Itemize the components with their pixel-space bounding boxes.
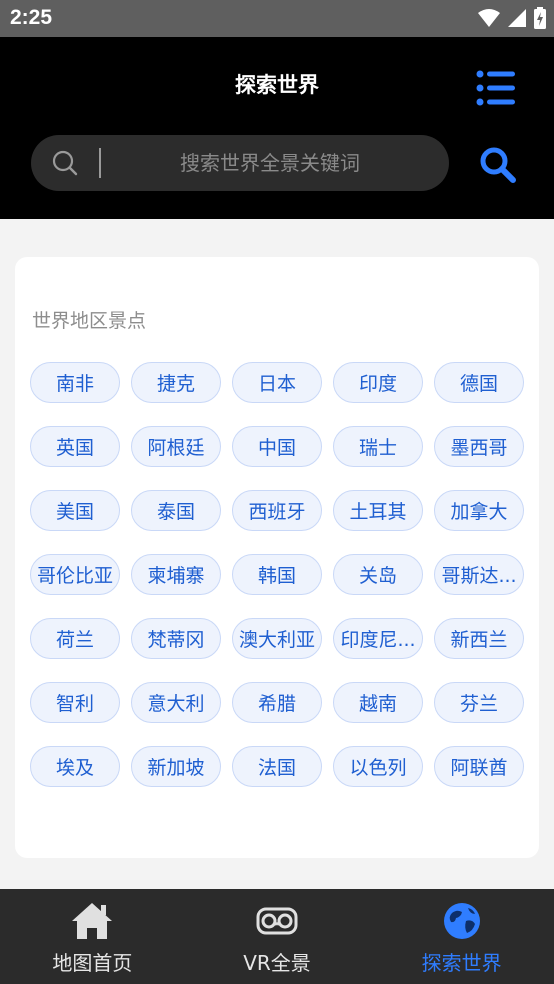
region-tag[interactable]: 墨西哥: [434, 426, 524, 467]
app-header: 探索世界: [0, 37, 554, 219]
region-tag[interactable]: 捷克: [131, 362, 221, 403]
vr-headset-icon: [255, 901, 299, 941]
region-tag[interactable]: 荷兰: [30, 618, 120, 659]
search-caret: [99, 148, 101, 178]
region-tag[interactable]: 南非: [30, 362, 120, 403]
region-tag[interactable]: 德国: [434, 362, 524, 403]
region-tag[interactable]: 英国: [30, 426, 120, 467]
status-bar: 2:25: [0, 0, 554, 37]
region-tag[interactable]: 澳大利亚: [232, 618, 322, 659]
search-submit-icon: [480, 147, 516, 183]
region-tag[interactable]: 阿联酋: [434, 746, 524, 787]
home-icon: [70, 901, 114, 941]
region-tag[interactable]: 芬兰: [434, 682, 524, 723]
section-title: 世界地区景点: [32, 310, 147, 332]
menu-button[interactable]: [476, 70, 516, 106]
region-tag-grid: 南非 捷克 日本 印度 德国英国 阿根廷 中国 瑞士 墨西哥美国 泰国 西班牙 土耳其 加拿大哥伦比亚柬…: [30, 362, 525, 787]
battery-icon: [534, 7, 546, 29]
nav-item-vr[interactable]: VR全景: [185, 889, 370, 984]
globe-icon: [440, 901, 484, 941]
search-icon: [51, 149, 79, 177]
region-tag[interactable]: 印度: [333, 362, 423, 403]
menu-list-icon: [476, 70, 515, 106]
region-tag[interactable]: 埃及: [30, 746, 120, 787]
status-icons: [478, 7, 546, 29]
regions-card: 世界地区景点 南非 捷克 日本 印度 德国英国 阿根廷 中国 瑞士 墨西哥美国 泰国 西班牙 土耳其加…: [15, 257, 539, 858]
region-tag[interactable]: 哥斯达...: [434, 554, 524, 595]
page-title: 探索世界: [235, 73, 319, 97]
region-tag[interactable]: 意大利: [131, 682, 221, 723]
region-tag[interactable]: 印度尼...: [333, 618, 423, 659]
search-input[interactable]: [115, 135, 425, 191]
region-tag[interactable]: 加拿大: [434, 490, 524, 531]
region-tag[interactable]: 越南: [333, 682, 423, 723]
search-submit-button[interactable]: [478, 145, 518, 185]
status-time: 2:25: [10, 6, 53, 29]
region-tag[interactable]: 希腊: [232, 682, 322, 723]
region-tag[interactable]: 土耳其: [333, 490, 423, 531]
region-tag[interactable]: 法国: [232, 746, 322, 787]
region-tag[interactable]: 以色列: [333, 746, 423, 787]
region-tag[interactable]: 西班牙: [232, 490, 322, 531]
bottom-nav: 地图首页 VR全景 探索世界: [0, 889, 554, 984]
region-tag[interactable]: 泰国: [131, 490, 221, 531]
nav-label: VR全景: [243, 951, 311, 975]
region-tag[interactable]: 日本: [232, 362, 322, 403]
region-tag[interactable]: 梵蒂冈: [131, 618, 221, 659]
region-tag[interactable]: 智利: [30, 682, 120, 723]
region-tag[interactable]: 瑞士: [333, 426, 423, 467]
region-tag[interactable]: 阿根廷: [131, 426, 221, 467]
nav-item-explore[interactable]: 探索世界: [369, 889, 554, 984]
region-tag[interactable]: 柬埔寨: [131, 554, 221, 595]
region-tag[interactable]: 哥伦比亚: [30, 554, 120, 595]
search-box[interactable]: [31, 135, 449, 191]
region-tag[interactable]: 关岛: [333, 554, 423, 595]
region-tag[interactable]: 中国: [232, 426, 322, 467]
signal-icon: [508, 9, 526, 27]
region-tag[interactable]: 韩国: [232, 554, 322, 595]
nav-label: 探索世界: [421, 951, 502, 975]
region-tag[interactable]: 新加坡: [131, 746, 221, 787]
wifi-icon: [478, 9, 500, 27]
region-tag[interactable]: 新西兰: [434, 618, 524, 659]
nav-item-map-home[interactable]: 地图首页: [0, 889, 185, 984]
nav-label: 地图首页: [52, 951, 133, 975]
region-tag[interactable]: 美国: [30, 490, 120, 531]
